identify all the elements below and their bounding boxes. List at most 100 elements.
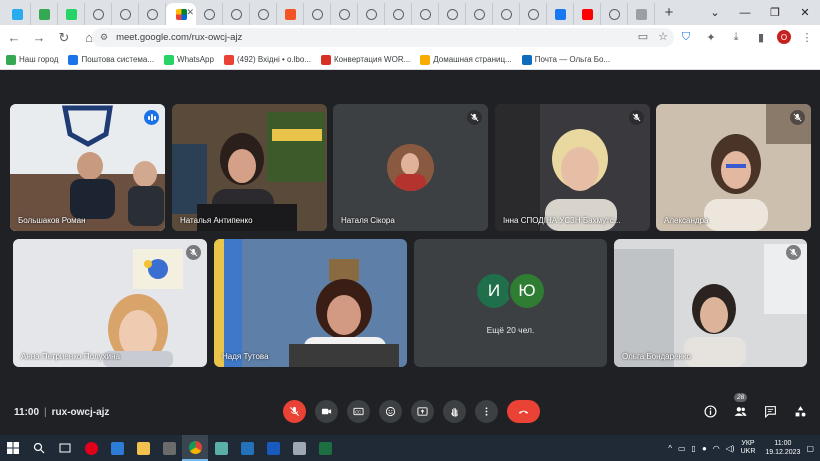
browser-tab[interactable] [139,3,166,25]
network-icon[interactable]: ▭ [678,444,686,453]
tray-expand-icon[interactable]: ^ [668,444,672,453]
address-bar[interactable]: ⚙ meet.google.com/rux-owcj-ajz ▭ ☆ [92,28,674,47]
browser-tab[interactable] [112,3,139,25]
mic-off-icon [289,406,300,417]
browser-tab[interactable] [628,3,655,25]
telegram-icon [11,8,23,20]
start-button[interactable] [0,435,26,461]
mic-toggle-button[interactable] [283,400,306,423]
camera-permission-icon[interactable]: ▭ [638,30,648,43]
maximize-button[interactable]: ❐ [760,0,790,25]
word-icon[interactable] [260,435,286,461]
browser-tab[interactable] [277,3,304,25]
raise-hand-button[interactable] [443,400,466,423]
tab-search-chevron-icon[interactable]: ⌄ [700,0,730,25]
participant-tile[interactable]: Інна СПОДІНА УСЗН Бахмутс... [495,104,650,231]
close-window-button[interactable]: ✕ [790,0,820,25]
bookmark-item[interactable]: Наш город [6,54,58,65]
people-button[interactable]: 28 [732,393,748,419]
browser-tab[interactable] [520,3,547,25]
participant-tile[interactable]: Большаков Роман [10,104,165,231]
store-icon[interactable] [156,435,182,461]
forward-button[interactable]: → [28,27,50,49]
present-screen-button[interactable] [411,400,434,423]
participant-tile[interactable]: Наталя Сікора [333,104,488,231]
browser-tab[interactable] [85,3,112,25]
camera-toggle-button[interactable] [315,400,338,423]
browser-tab[interactable] [4,3,31,25]
participant-tile[interactable]: Ольга Бондаренко [614,239,807,367]
browser-tab[interactable] [385,3,412,25]
bookmark-star-icon[interactable]: ☆ [658,30,668,43]
leave-call-button[interactable] [507,400,540,423]
taskbar-search-icon[interactable] [26,435,52,461]
clock[interactable]: 11:00 19.12.2023 [765,439,800,457]
browser-tab[interactable] [412,3,439,25]
folder-icon[interactable] [130,435,156,461]
browser-tab[interactable] [439,3,466,25]
browser-tab[interactable] [574,3,601,25]
back-button[interactable]: ← [3,27,25,49]
battery-icon[interactable]: ▯ [692,444,696,453]
task-view-icon[interactable] [52,435,78,461]
bookmark-item[interactable]: WhatsApp [164,54,214,65]
menu-kebab-icon[interactable]: ⋮ [798,28,816,46]
side-panel-icon[interactable]: ▮ [752,28,770,46]
activities-button[interactable] [792,403,808,419]
notifications-icon[interactable]: ▢ [806,444,814,453]
mic-tray-icon[interactable]: ● [702,444,707,453]
chat-button[interactable] [762,403,778,419]
shield-extension-icon[interactable]: ⛉ [677,28,695,46]
browser-tab[interactable] [250,3,277,25]
mail-icon[interactable] [104,435,130,461]
bookmark-label: Почта — Ольга Бо... [534,55,611,64]
browser-tab[interactable] [493,3,520,25]
word-alt-icon[interactable] [234,435,260,461]
photos-icon[interactable] [286,435,312,461]
extensions-puzzle-icon[interactable]: ✦ [702,28,720,46]
browser-tab[interactable] [223,3,250,25]
reload-button[interactable]: ↻ [53,27,75,49]
participant-tile[interactable]: Анна Петриенко-Полухина [13,239,207,367]
meeting-controls-bar: 11:00 | rux-owcj-ajz CC 28 [0,393,820,430]
more-options-button[interactable] [475,400,498,423]
browser-tab[interactable] [304,3,331,25]
chrome-icon[interactable] [182,435,208,461]
video-feed [172,104,327,231]
bookmark-item[interactable]: (492) Вхідні • o.lbo... [223,54,311,65]
bookmark-item[interactable]: Конвертация WOR... [321,54,410,65]
meeting-details-button[interactable] [702,403,718,419]
reactions-button[interactable] [379,400,402,423]
profile-avatar[interactable]: O [777,30,791,44]
opera-icon[interactable] [78,435,104,461]
bookmark-item[interactable]: Почта — Ольга Бо... [521,54,611,65]
participant-tile[interactable]: Александра [656,104,811,231]
participant-tile[interactable]: Наталья Антипенко [172,104,327,231]
browser-tab[interactable] [196,3,223,25]
new-tab-button[interactable]: + [659,4,679,21]
site-settings-icon[interactable]: ⚙ [100,32,108,43]
browser-tab[interactable] [601,3,628,25]
others-tile[interactable]: И Ю Ещё 20 чел. [414,239,607,367]
minimize-button[interactable]: — [730,0,760,25]
excel-icon[interactable] [312,435,338,461]
browser-tab[interactable]: ✕ [166,3,196,25]
bookmark-item[interactable]: Домашная страниц... [420,54,512,65]
browser-tab[interactable] [547,3,574,25]
participant-avatar [387,144,434,191]
input-language[interactable]: УКР UKR [741,440,756,456]
meeting-info: 11:00 | rux-owcj-ajz [14,407,110,418]
participant-tile[interactable]: Надя Тутова [214,239,407,367]
browser-tab[interactable] [31,3,58,25]
app-icon[interactable] [208,435,234,461]
browser-tab[interactable] [331,3,358,25]
bookmark-item[interactable]: Поштова система... [68,54,154,65]
browser-tab[interactable] [58,3,85,25]
browser-tab[interactable] [358,3,385,25]
wifi-icon[interactable]: ◠ [713,444,720,453]
volume-icon[interactable]: ◁) [726,444,735,453]
captions-button[interactable]: CC [347,400,370,423]
close-tab-icon[interactable]: ✕ [186,7,194,18]
download-icon[interactable]: ⤓ [727,28,745,46]
browser-tab[interactable] [466,3,493,25]
